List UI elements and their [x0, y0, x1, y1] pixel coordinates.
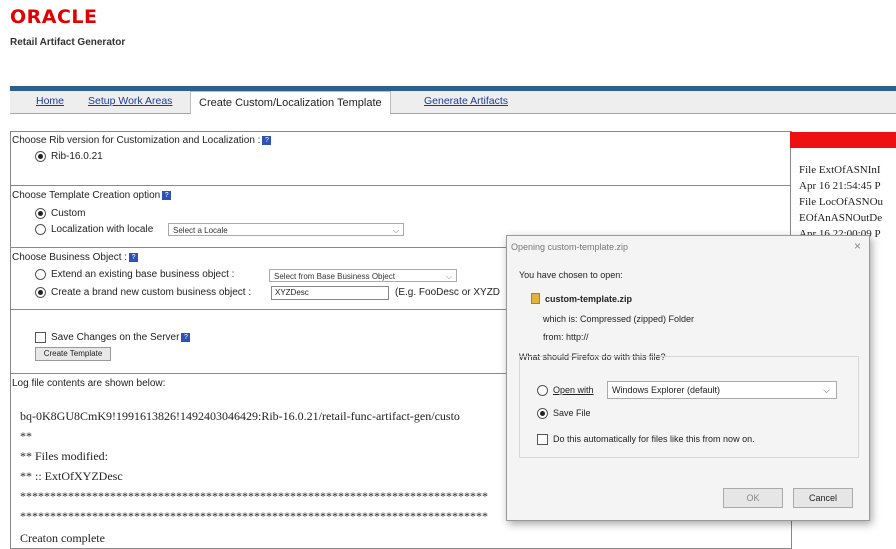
log-line: ** :: ExtOfXYZDesc [20, 469, 123, 483]
save-file-label: Save File [553, 408, 591, 418]
log-line: ****************************************… [20, 509, 488, 523]
cancel-button[interactable]: Cancel [793, 488, 853, 508]
log-line: bq-0K8GU8CmK9!1991613826!1492403046429:R… [20, 409, 460, 423]
tab-create-template[interactable]: Create Custom/Localization Template [190, 91, 391, 114]
log-line: ** Files modified: [20, 449, 108, 463]
oracle-logo: ORACLE [10, 6, 98, 28]
dialog-file-type: which is: Compressed (zipped) Folder [543, 314, 695, 324]
create-label: Create a brand new custom business objec… [51, 287, 252, 298]
dialog-intro: You have chosen to open: [519, 270, 623, 280]
tab-setup-work-areas[interactable]: Setup Work Areas [88, 95, 172, 107]
save-on-server-label: Save Changes on the Server [51, 332, 180, 343]
download-dialog: Opening custom-template.zip × You have c… [506, 235, 870, 521]
app-subtitle: Retail Artifact Generator [10, 37, 126, 48]
custom-radio[interactable] [35, 208, 46, 219]
open-with-radio[interactable] [537, 385, 548, 396]
help-icon[interactable]: ? [129, 252, 139, 262]
create-template-button[interactable]: Create Template [35, 347, 111, 361]
right-log-line: File LocOfASNOu [799, 196, 884, 208]
auto-action-checkbox[interactable] [537, 434, 548, 445]
log-line: ** [20, 429, 32, 443]
rib-version-radio[interactable] [35, 151, 46, 162]
dialog-filename: custom-template.zip [545, 294, 633, 304]
extend-label: Extend an existing base business object … [51, 269, 235, 280]
open-with-label: Open with [553, 385, 594, 395]
chevron-down-icon: ⌵ [392, 226, 399, 235]
business-object-label: Choose Business Object : [12, 252, 128, 263]
localization-label: Localization with locale [51, 224, 154, 235]
right-log-line: Apr 16 21:54:45 P [799, 180, 881, 192]
help-icon[interactable]: ? [262, 135, 272, 145]
right-log-line: EOfAnASNOutDe [799, 212, 883, 224]
object-name-hint: (E.g. FooDesc or XYZD [395, 287, 501, 298]
save-on-server-checkbox[interactable] [35, 332, 46, 343]
chevron-down-icon: ⌵ [445, 272, 452, 281]
tab-bar: Home Setup Work Areas Create Custom/Loca… [10, 91, 896, 114]
locale-select[interactable]: Select a Locale ⌵ [168, 223, 404, 236]
custom-object-name-input[interactable]: XYZDesc [271, 286, 389, 300]
tab-home[interactable]: Home [36, 95, 64, 107]
chevron-down-icon: ⌵ [823, 385, 830, 395]
rib-version-label: Choose Rib version for Customization and… [12, 135, 261, 146]
tab-generate-artifacts[interactable]: Generate Artifacts [424, 95, 508, 107]
zip-file-icon [531, 293, 540, 304]
error-banner [790, 132, 896, 148]
log-line: ****************************************… [20, 489, 488, 503]
log-line: Creaton complete [20, 531, 105, 545]
localization-radio[interactable] [35, 224, 46, 235]
save-file-radio[interactable] [537, 408, 548, 419]
auto-action-label: Do this automatically for files like thi… [553, 434, 755, 444]
help-icon[interactable]: ? [181, 332, 191, 342]
custom-label: Custom [51, 208, 86, 219]
ok-button[interactable]: OK [723, 488, 783, 508]
extend-radio[interactable] [35, 269, 46, 280]
log-label: Log file contents are shown below: [12, 378, 166, 389]
open-with-app-select[interactable]: Windows Explorer (default) ⌵ [607, 381, 837, 399]
right-log-line: File ExtOfASNInI [799, 164, 881, 176]
base-business-object-select[interactable]: Select from Base Business Object ⌵ [269, 269, 457, 282]
close-icon[interactable]: × [854, 239, 861, 253]
dialog-source: from: http:// [543, 332, 589, 342]
dialog-title: Opening custom-template.zip [511, 242, 629, 252]
rib-version-panel: Choose Rib version for Customization and… [10, 131, 792, 187]
rib-version-option: Rib-16.0.21 [51, 151, 103, 162]
help-icon[interactable]: ? [162, 190, 172, 200]
create-radio[interactable] [35, 287, 46, 298]
template-option-label: Choose Template Creation option [12, 190, 161, 201]
